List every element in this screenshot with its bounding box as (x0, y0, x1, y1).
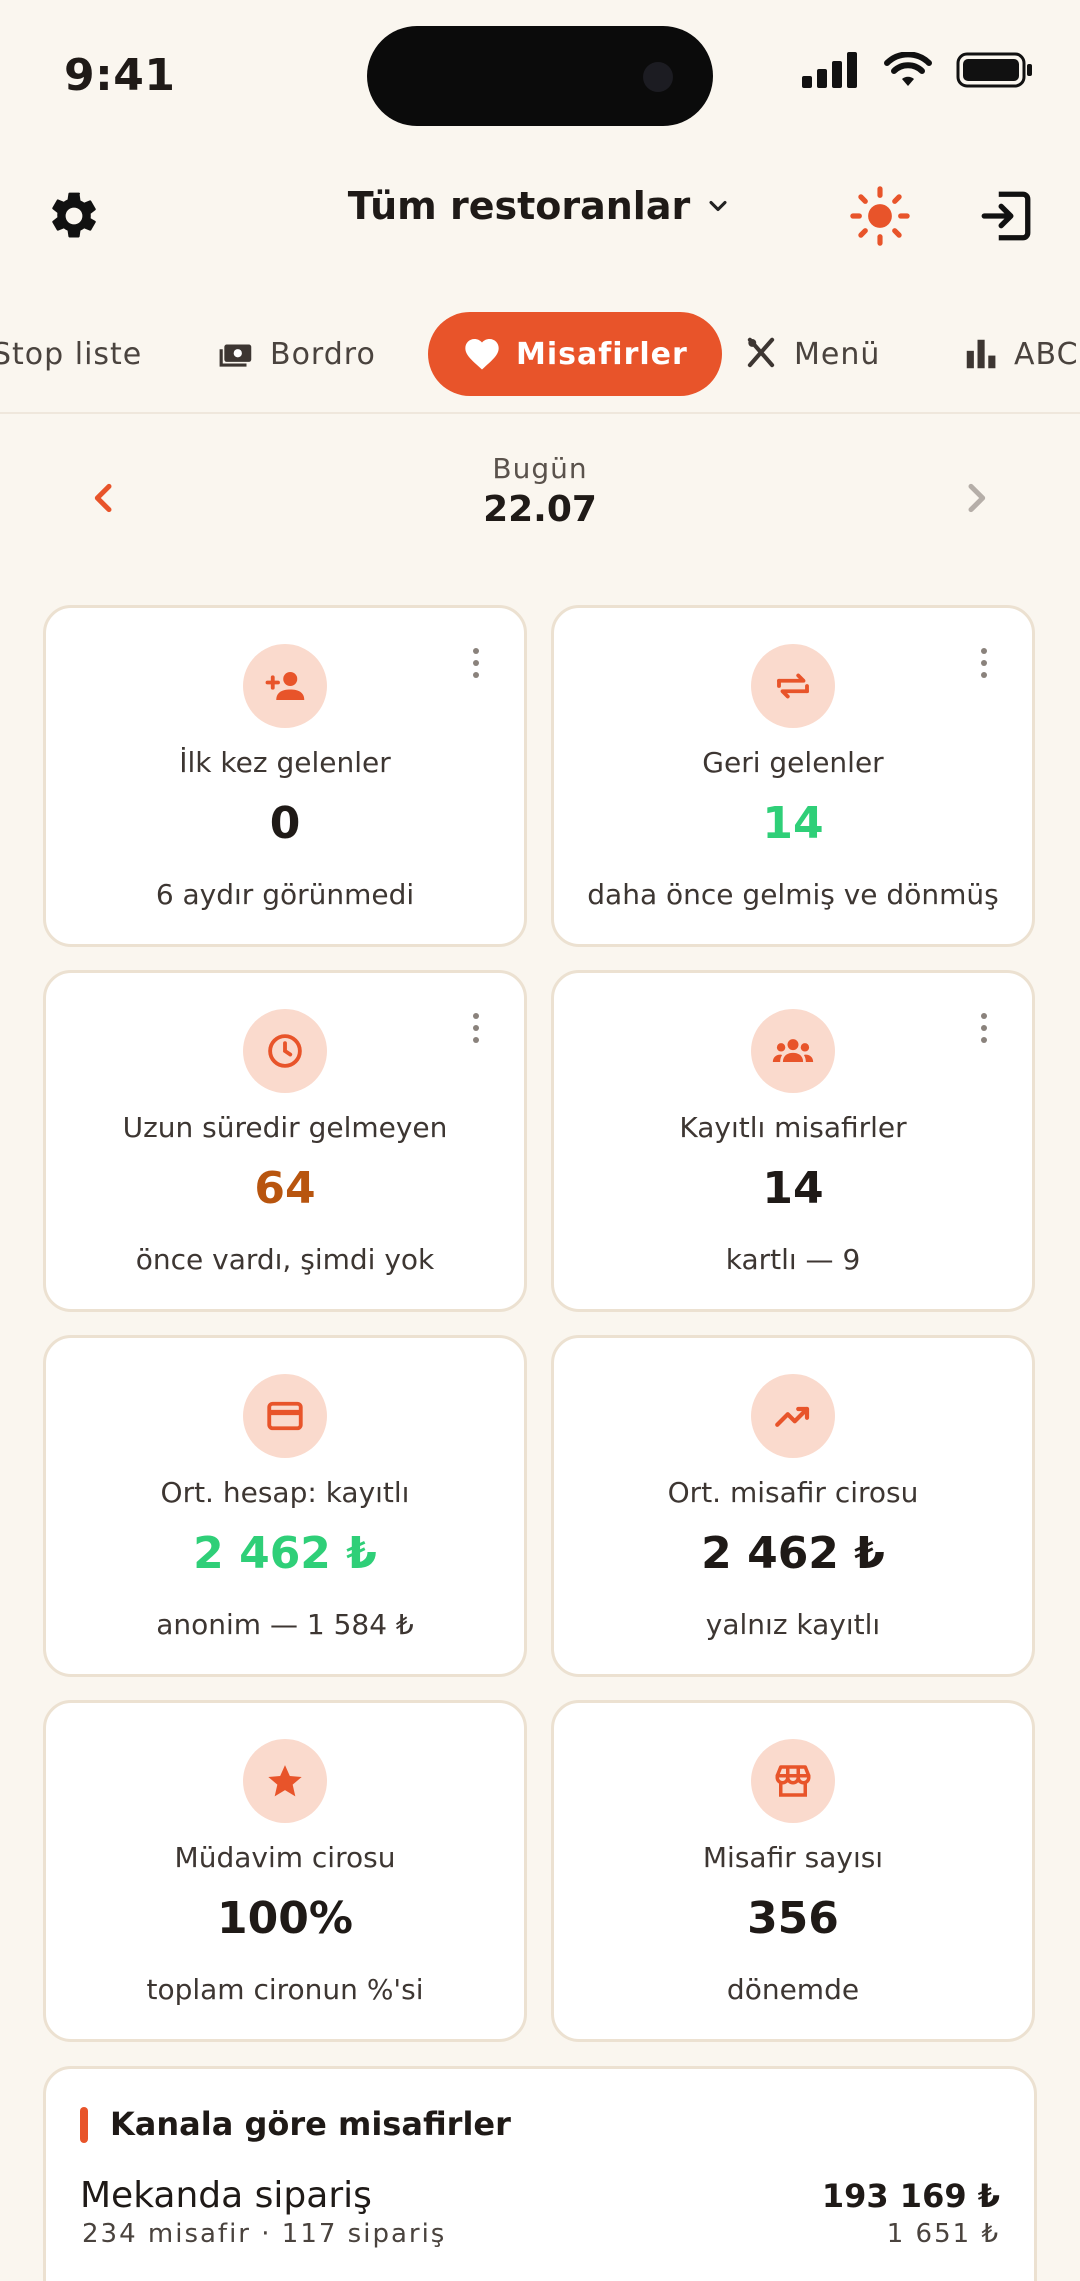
money-icon (219, 344, 252, 367)
more-options-icon[interactable] (470, 648, 482, 678)
tab-label: Menü (794, 336, 881, 372)
card-value: 100% (217, 1893, 353, 1944)
card-subtitle: kartlı — 9 (725, 1243, 861, 1276)
channel-name: Mekanda sipariş (80, 2175, 372, 2216)
divider (0, 412, 1080, 414)
card-value: 14 (762, 798, 824, 849)
stat-card-guest-count[interactable]: Misafir sayısı 356 dönemde (551, 1700, 1035, 2042)
card-title: Geri gelenler (702, 746, 884, 779)
date-navigator: Bugün 22.07 (0, 448, 1080, 548)
date-label: Bugün (492, 452, 588, 485)
signal-icon (802, 52, 857, 88)
dynamic-island (367, 26, 713, 126)
trending-up-icon (775, 1406, 810, 1427)
icon-badge (751, 1739, 835, 1823)
app-header: Tüm restoranlar (0, 170, 1080, 260)
tab-label: Stop liste (0, 336, 143, 372)
logout-button[interactable] (974, 184, 1038, 248)
tab-label: Bordro (270, 336, 376, 372)
stat-card-regular-revenue[interactable]: Müdavim cirosu 100% toplam cironun %'si (43, 1700, 527, 2042)
card-value: 14 (762, 1163, 824, 1214)
card-value: 2 462 ₺ (193, 1528, 377, 1579)
card-value: 2 462 ₺ (701, 1528, 885, 1579)
channel-average: 1 651 ₺ (886, 2219, 1000, 2249)
battery-icon (956, 52, 1032, 88)
channel-total: 193 169 ₺ (821, 2177, 1000, 2215)
stat-card-returning-guests[interactable]: Geri gelenler 14 daha önce gelmiş ve dön… (551, 605, 1035, 947)
credit-card-icon (267, 1401, 303, 1431)
section-tabs: Stop liste Bordro Misafirler Menü ABC (0, 312, 1080, 396)
card-title: Ort. misafir cirosu (667, 1476, 919, 1509)
restaurant-selector[interactable]: Tüm restoranlar (0, 184, 1080, 228)
card-title: Uzun süredir gelmeyen (122, 1111, 448, 1144)
card-title: Müdavim cirosu (174, 1841, 396, 1874)
card-subtitle: yalnız kayıtlı (705, 1608, 881, 1641)
stat-card-first-time-guests[interactable]: İlk kez gelenler 0 6 aydır görünmedi (43, 605, 527, 947)
section-accent-bar (80, 2107, 88, 2143)
card-title: Misafir sayısı (702, 1841, 884, 1874)
stat-card-registered-guests[interactable]: Kayıtlı misafirler 14 kartlı — 9 (551, 970, 1035, 1312)
theme-toggle-button[interactable] (848, 184, 912, 248)
card-subtitle: dönemde (726, 1973, 860, 2006)
sun-icon (850, 186, 910, 246)
card-title: İlk kez gelenler (179, 746, 391, 779)
section-title: Kanala göre misafirler (110, 2105, 511, 2143)
wifi-icon (884, 52, 932, 86)
group-icon (772, 1039, 814, 1062)
status-bar: 9:41 (0, 0, 1080, 150)
chevron-down-icon (709, 200, 727, 212)
logout-icon (981, 191, 1031, 241)
icon-badge (751, 1374, 835, 1458)
card-title: Kayıtlı misafirler (679, 1111, 907, 1144)
date-value: 22.07 (483, 489, 597, 530)
icon-badge (243, 1009, 327, 1093)
icon-badge (751, 644, 835, 728)
chevron-right-icon (968, 483, 986, 513)
more-options-icon[interactable] (470, 1013, 482, 1043)
card-subtitle: önce vardı, şimdi yok (135, 1243, 435, 1276)
next-day-button[interactable] (948, 470, 1004, 526)
cutlery-icon (747, 337, 775, 368)
icon-badge (751, 1009, 835, 1093)
guests-by-channel-section: Kanala göre misafirler Mekanda sipariş 2… (43, 2066, 1037, 2281)
add-person-icon (265, 672, 305, 700)
card-title: Ort. hesap: kayıtlı (160, 1476, 410, 1509)
restaurant-selector-label: Tüm restoranlar (347, 184, 691, 228)
repeat-icon (777, 673, 809, 699)
icon-badge (243, 1374, 327, 1458)
card-subtitle: daha önce gelmiş ve dönmüş (587, 878, 999, 911)
card-subtitle: toplam cironun %'si (146, 1973, 424, 2006)
clock-icon (268, 1034, 302, 1068)
icon-badge (243, 644, 327, 728)
card-value: 0 (269, 798, 301, 849)
tab-guests[interactable]: Misafirler (428, 312, 722, 396)
stat-card-lapsed-guests[interactable]: Uzun süredir gelmeyen 64 önce vardı, şim… (43, 970, 527, 1312)
current-date: Bugün 22.07 (0, 452, 1080, 530)
tab-label: Misafirler (516, 336, 688, 372)
heart-icon (465, 339, 499, 370)
stat-card-avg-guest-revenue[interactable]: Ort. misafir cirosu 2 462 ₺ yalnız kayıt… (551, 1335, 1035, 1677)
more-options-icon[interactable] (978, 1013, 990, 1043)
tab-payroll[interactable]: Bordro (218, 312, 376, 396)
bar-chart-icon (966, 339, 996, 369)
status-icons (802, 52, 1034, 88)
tab-label: ABC (1014, 336, 1079, 372)
tab-abc[interactable]: ABC (962, 312, 1079, 396)
card-value: 356 (747, 1893, 839, 1944)
more-options-icon[interactable] (978, 648, 990, 678)
icon-badge (243, 1739, 327, 1823)
card-value: 64 (254, 1163, 316, 1214)
star-icon (268, 1765, 302, 1797)
stat-card-avg-check-registered[interactable]: Ort. hesap: kayıtlı 2 462 ₺ anonim — 1 5… (43, 1335, 527, 1677)
card-subtitle: 6 aydır görünmedi (155, 878, 415, 911)
channel-meta: 234 misafir · 117 sipariş (82, 2219, 447, 2249)
card-subtitle: anonim — 1 584 ₺ (156, 1608, 414, 1641)
tab-menu[interactable]: Menü (742, 312, 880, 396)
status-time: 9:41 (64, 50, 176, 101)
tab-stop-list[interactable]: Stop liste (0, 312, 142, 396)
store-icon (775, 1765, 811, 1797)
